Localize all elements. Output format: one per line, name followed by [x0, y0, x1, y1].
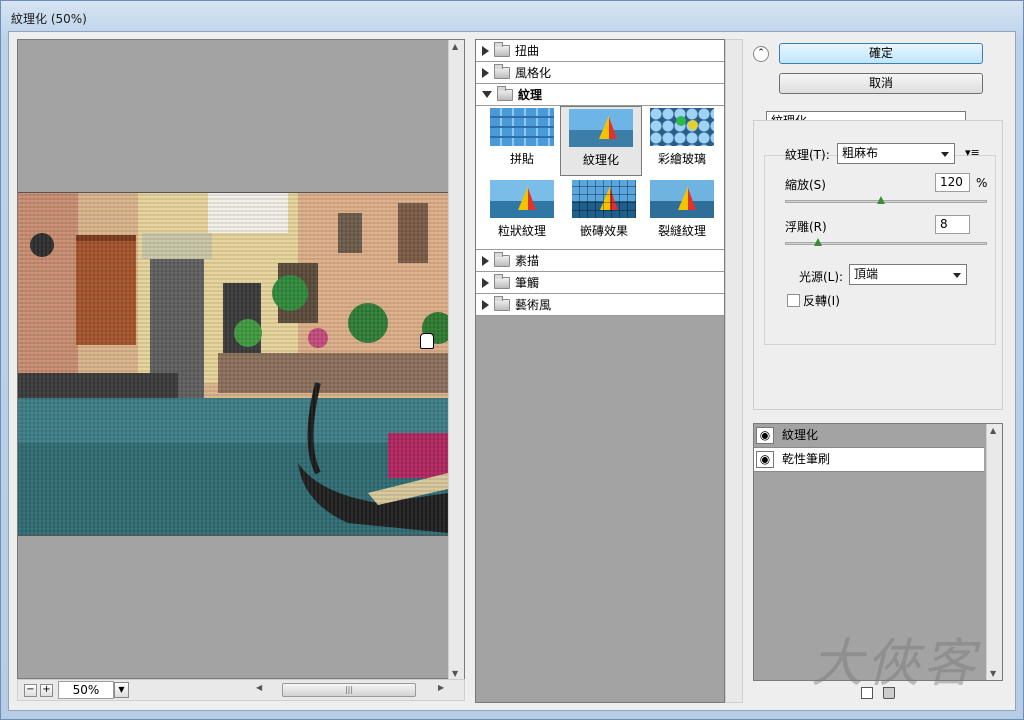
scaling-slider[interactable] — [785, 196, 987, 204]
filter-craquelure[interactable]: 裂縫紋理 — [642, 178, 724, 248]
cancel-button[interactable]: 取消 — [779, 73, 983, 94]
expand-arrow-icon — [482, 299, 489, 310]
scaling-unit: % — [976, 176, 988, 190]
filter-mosaic-tiles[interactable]: 嵌磚效果 — [564, 178, 646, 248]
scroll-up-arrow-icon[interactable]: ▲ — [990, 426, 996, 435]
relief-label: 浮雕(R) — [785, 220, 827, 234]
preview-image[interactable] — [18, 192, 448, 536]
scroll-left-arrow-icon[interactable]: ◀ — [256, 683, 262, 692]
watermark-logo: 大俠客 — [811, 634, 980, 694]
grain-thumbnail — [490, 180, 554, 218]
preview-pane[interactable]: ▲ ▼ — [17, 39, 465, 680]
eye-icon[interactable]: ◉ — [756, 427, 774, 444]
scaling-field[interactable]: 120 — [935, 173, 970, 192]
texture-label: 紋理(T): — [785, 148, 830, 162]
window-title: 紋理化 (50%) — [11, 12, 87, 26]
scroll-down-arrow-icon[interactable]: ▼ — [990, 669, 996, 678]
scroll-up-arrow-icon[interactable]: ▲ — [452, 42, 458, 51]
mosaic-tiles-thumbnail — [572, 180, 636, 218]
zoom-in-button[interactable]: + — [40, 684, 53, 697]
scroll-down-arrow-icon[interactable]: ▼ — [452, 669, 458, 678]
filter-settings-panel: 紋理(T): 粗麻布 ▾≡ 縮放(S) 120 % 浮雕(R) 8 光源(L): — [753, 120, 1003, 410]
filter-thumbnails: 拼貼 紋理化 彩繪玻璃 粒狀紋理 嵌磚效果 裂縫紋理 — [476, 106, 724, 250]
layer-name: 紋理化 — [782, 428, 819, 442]
folder-icon — [494, 63, 510, 79]
category-artistic[interactable]: 藝術風 — [476, 294, 724, 316]
texture-select[interactable]: 粗麻布 — [837, 143, 955, 164]
craquelure-thumbnail — [650, 180, 714, 218]
filter-patchwork[interactable]: 拼貼 — [482, 106, 564, 176]
category-label: 紋理 — [518, 88, 543, 102]
scaling-slider-knob[interactable] — [876, 196, 885, 204]
zoom-dropdown-icon[interactable]: ▼ — [114, 682, 129, 698]
filter-gallery-window: 紋理化 (50%) ▲ ▼ − + 50% ▼ ◀ ||| ▶ 扭曲 風格化 紋… — [0, 0, 1024, 720]
texturizer-options: 紋理(T): 粗麻布 ▾≡ 縮放(S) 120 % 浮雕(R) 8 光源(L): — [764, 143, 996, 345]
hand-cursor-icon — [420, 333, 434, 349]
relief-field[interactable]: 8 — [935, 215, 970, 234]
category-brush-strokes[interactable]: 筆觸 — [476, 272, 724, 294]
ok-button[interactable]: 確定 — [779, 43, 983, 64]
filter-gallery: 扭曲 風格化 紋理 拼貼 紋理化 彩繪玻璃 粒狀紋理 嵌磚效果 裂縫紋理 素描 … — [475, 39, 725, 703]
relief-slider[interactable] — [785, 238, 987, 246]
filter-label: 粒狀紋理 — [497, 224, 546, 238]
light-select[interactable]: 頂端 — [849, 264, 967, 285]
expand-arrow-icon — [482, 45, 489, 56]
filter-label: 嵌磚效果 — [579, 224, 628, 238]
title-bar: 紋理化 (50%) — [1, 1, 1023, 33]
dropdown-arrow-icon — [953, 273, 961, 278]
texture-select-value: 粗麻布 — [842, 146, 879, 160]
invert-label: 反轉(I) — [803, 294, 840, 308]
stained-glass-thumbnail — [650, 108, 714, 146]
collapse-arrow-icon — [482, 91, 492, 98]
expand-arrow-icon — [482, 255, 489, 266]
category-sketch[interactable]: 素描 — [476, 250, 724, 272]
expand-arrow-icon — [482, 277, 489, 288]
collapse-gallery-icon[interactable]: ⌃ — [753, 46, 769, 62]
filter-stained-glass[interactable]: 彩繪玻璃 — [642, 106, 724, 176]
patchwork-thumbnail — [490, 108, 554, 146]
invert-checkbox[interactable] — [787, 294, 800, 307]
panel-menu-icon[interactable]: ▾≡ — [965, 146, 980, 159]
preview-bottom-bar: − + 50% ▼ ◀ ||| ▶ — [17, 679, 465, 701]
expand-arrow-icon — [482, 67, 489, 78]
category-texture[interactable]: 紋理 — [476, 84, 724, 106]
filter-label: 紋理化 — [582, 153, 619, 167]
scroll-right-arrow-icon[interactable]: ▶ — [438, 683, 444, 692]
effect-layer-texturizer[interactable]: ◉ 紋理化 — [754, 424, 984, 448]
zoom-field[interactable]: 50% — [58, 681, 114, 699]
light-label: 光源(L): — [799, 270, 844, 284]
effect-layer-dry-brush[interactable]: ◉ 乾性筆刷 — [754, 448, 984, 472]
filter-label: 裂縫紋理 — [657, 224, 706, 238]
category-label: 素描 — [515, 254, 540, 268]
category-stylize[interactable]: 風格化 — [476, 62, 724, 84]
category-label: 風格化 — [515, 66, 552, 80]
folder-icon — [497, 85, 513, 101]
category-label: 藝術風 — [515, 298, 552, 312]
filter-label: 拼貼 — [509, 152, 534, 166]
layers-scrollbar[interactable]: ▲ ▼ — [986, 424, 1002, 680]
filter-grain[interactable]: 粒狀紋理 — [482, 178, 564, 248]
scaling-label: 縮放(S) — [785, 178, 826, 192]
zoom-out-button[interactable]: − — [24, 684, 37, 697]
folder-icon — [494, 41, 510, 57]
category-distort[interactable]: 扭曲 — [476, 40, 724, 62]
horizontal-scroll-thumb[interactable]: ||| — [282, 683, 416, 697]
folder-icon — [494, 295, 510, 311]
category-label: 筆觸 — [515, 276, 540, 290]
filter-texturizer[interactable]: 紋理化 — [560, 106, 642, 176]
relief-slider-knob[interactable] — [814, 238, 823, 246]
category-label: 扭曲 — [515, 44, 540, 58]
preview-vertical-scrollbar[interactable]: ▲ ▼ — [448, 40, 464, 680]
dialog-client: ▲ ▼ − + 50% ▼ ◀ ||| ▶ 扭曲 風格化 紋理 拼貼 紋理化 彩… — [8, 31, 1016, 711]
folder-icon — [494, 251, 510, 267]
eye-icon[interactable]: ◉ — [756, 451, 774, 468]
texturizer-thumbnail — [569, 109, 633, 147]
layer-name: 乾性筆刷 — [782, 452, 831, 466]
gallery-scrollbar[interactable] — [725, 39, 743, 703]
filter-label: 彩繪玻璃 — [657, 152, 706, 166]
dropdown-arrow-icon — [941, 152, 949, 157]
light-select-value: 頂端 — [854, 267, 879, 281]
venice-canal-photo — [18, 193, 448, 535]
folder-icon — [494, 273, 510, 289]
